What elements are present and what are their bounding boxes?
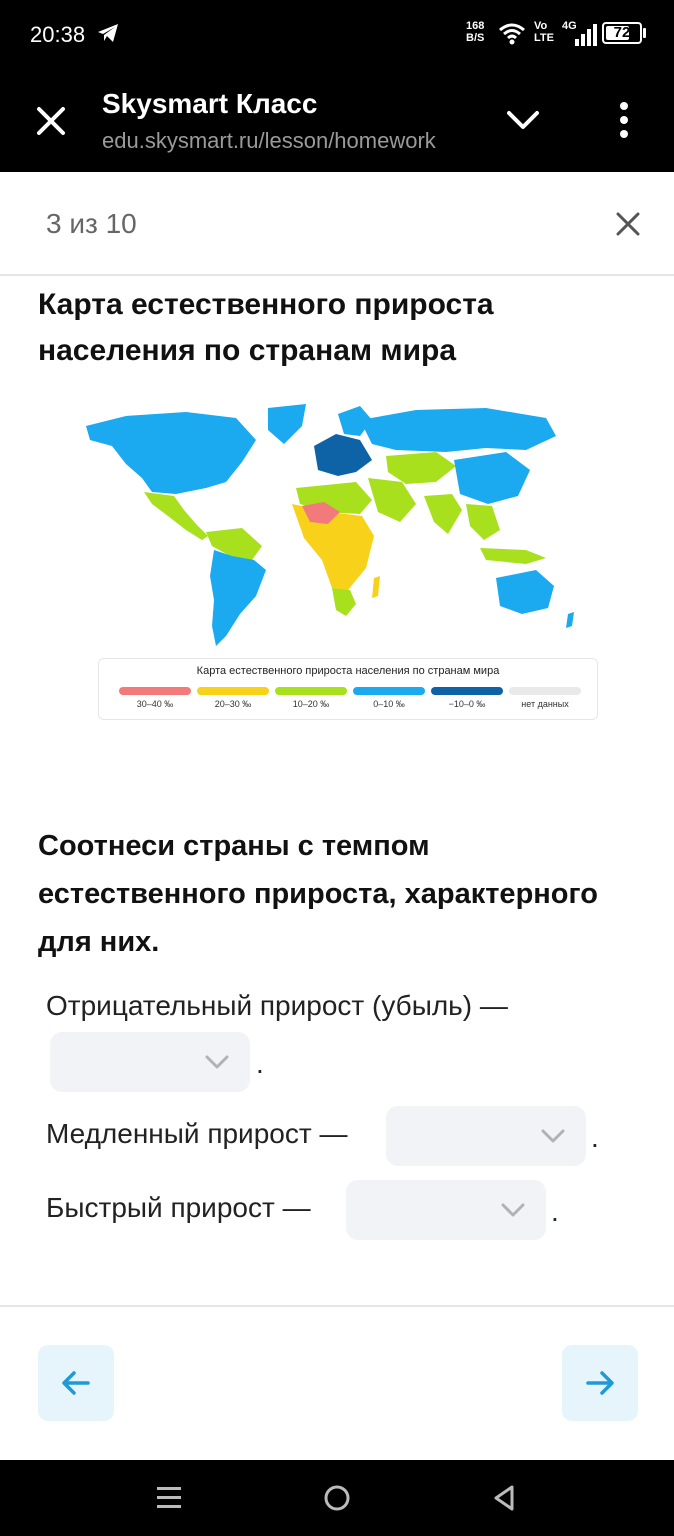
legend-title: Карта естественного прироста населения п… [196,665,500,677]
volte-bottom: LTE [534,32,554,44]
network-speed: 168 B/S [466,20,484,44]
volte-indicator: Vo LTE [534,20,554,44]
legend-swatch [197,687,269,695]
previous-button[interactable] [38,1345,114,1421]
lesson-header: 3 из 10 [0,172,674,276]
legend-label: 0–10 ‰ [373,699,405,709]
telegram-icon [98,24,118,42]
network-speed-value: 168 [466,20,485,32]
legend-swatch [431,687,503,695]
map-region-indonesia [480,548,546,564]
legend-label: 10–20 ‰ [292,699,330,709]
map-region-central-asia [386,452,456,484]
battery-level: 72 [613,24,631,41]
chevron-down-icon [501,1203,525,1217]
legend-item: 10–20 ‰ [275,687,347,709]
status-time: 20:38 [30,22,86,47]
legend-swatch [353,687,425,695]
legend-swatch [275,687,347,695]
map-region-europe [314,434,372,476]
home-icon[interactable] [323,1484,351,1512]
dropdown-slow-growth[interactable] [386,1106,586,1166]
browser-page-title: Skysmart Класс [102,88,318,119]
row-label-fast: Быстрый прирост — [46,1192,311,1223]
browser-toolbar: Skysmart Класс edu.skysmart.ru/lesson/ho… [0,70,674,172]
recent-apps-icon[interactable] [156,1484,182,1512]
row-label-negative: Отрицательный прирост (убыль) — [46,990,508,1021]
row-suffix: . [256,1048,264,1079]
legend-item: −10–0 ‰ [431,687,503,709]
map-region-southern-africa [332,588,356,616]
map-region-greenland [268,404,306,444]
dropdown-negative-growth[interactable] [50,1032,250,1092]
network-speed-unit: B/S [466,32,485,44]
chevron-down-icon [541,1129,565,1143]
legend-label: 30–40 ‰ [136,699,174,709]
map-region-new-zealand [566,612,574,628]
map-region-middle-east [368,478,416,522]
map-region-southeast-asia [466,504,500,540]
dropdown-fast-growth[interactable] [346,1180,546,1240]
map-legend: Карта естественного прироста населения п… [98,658,598,720]
battery-icon: 72 [602,22,642,44]
map-region-china [454,452,530,504]
chevron-down-icon[interactable] [504,106,542,134]
arrow-right-icon [586,1371,614,1395]
signal-icon [575,24,597,46]
row-suffix: . [551,1196,559,1227]
footer-divider [0,1305,674,1307]
android-navigation-bar [0,1460,674,1536]
map-region-australia [496,570,554,614]
legend-swatch [119,687,191,695]
row-label-slow: Медленный прирост — [46,1118,348,1149]
legend-swatch [509,687,581,695]
map-region-russia [360,408,556,452]
map-title: Карта естественного прироста населения п… [38,288,494,367]
legend-label: нет данных [521,699,569,709]
more-vertical-icon[interactable] [612,100,636,140]
task-question: Соотнеси страны с темпом естественного п… [38,830,598,958]
legend-label: −10–0 ‰ [448,699,486,709]
back-icon[interactable] [492,1484,516,1512]
browser-url[interactable]: edu.skysmart.ru/lesson/homework [102,128,470,154]
map-region-south-america [210,550,266,646]
legend-item: 20–30 ‰ [197,687,269,709]
legend-item: нет данных [509,687,581,709]
map-region-india [424,494,462,534]
legend-item: 30–40 ‰ [119,687,191,709]
row-suffix: . [591,1122,599,1153]
arrow-left-icon [62,1371,90,1395]
legend-label: 20–30 ‰ [214,699,252,709]
map-region-madagascar [372,576,380,598]
world-population-growth-map [86,404,574,646]
close-icon[interactable] [614,210,642,238]
map-region-central-america [144,492,208,540]
next-button[interactable] [562,1345,638,1421]
wifi-icon [499,23,525,45]
battery-cap [643,28,646,38]
lesson-progress: 3 из 10 [46,208,137,239]
chevron-down-icon [205,1055,229,1069]
legend-item: 0–10 ‰ [353,687,425,709]
map-region-north-america [86,412,256,494]
close-tab-icon[interactable] [34,104,68,138]
status-bar: 20:38 168 B/S Vo LTE 4G 72 [0,0,674,70]
volte-top: Vo [534,20,548,32]
